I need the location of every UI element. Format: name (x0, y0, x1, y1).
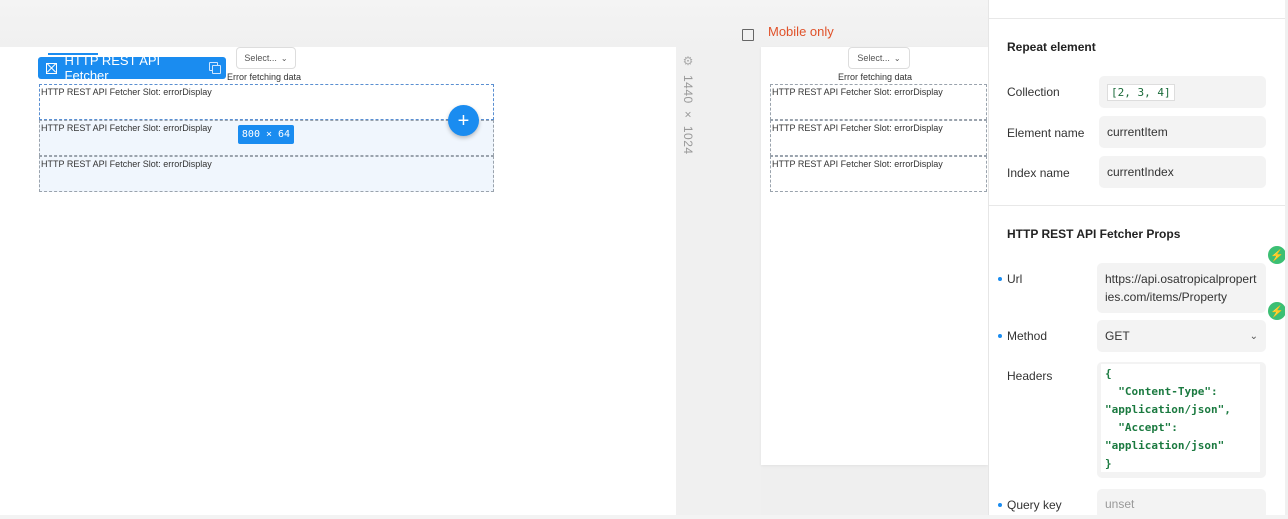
chevron-down-icon: ⌄ (1249, 330, 1258, 342)
slot-label: HTTP REST API Fetcher Slot: errorDisplay (41, 87, 212, 97)
mobile-frame[interactable]: Select... ⌄ Error fetching data HTTP RES… (761, 47, 988, 465)
bolt-icon[interactable]: ⚡ (1268, 246, 1286, 264)
repeat-element-title: Repeat element (1007, 40, 1096, 54)
slot-label: HTTP REST API Fetcher Slot: errorDisplay (772, 87, 943, 97)
element-name-field[interactable]: currentItem (1099, 116, 1266, 148)
slot-label: HTTP REST API Fetcher Slot: errorDisplay (41, 123, 212, 133)
slot-label: HTTP REST API Fetcher Slot: errorDisplay (772, 159, 943, 169)
desktop-size-label: ⚙ 1440 × 1024 (680, 54, 696, 154)
state-select-label: Select... (244, 53, 277, 63)
slot-error-display-mobile[interactable]: HTTP REST API Fetcher Slot: errorDisplay (770, 120, 987, 156)
mobile-only-label: Mobile only (768, 24, 834, 39)
slot-label: HTTP REST API Fetcher Slot: errorDisplay (41, 159, 212, 169)
headers-editor[interactable]: { "Content-Type": "application/json", "A… (1097, 362, 1266, 478)
component-icon (46, 62, 57, 74)
query-key-label: Query key (998, 498, 1062, 512)
state-select-mobile[interactable]: Select... ⌄ (848, 47, 910, 69)
props-title: HTTP REST API Fetcher Props (1007, 227, 1181, 241)
state-select-label: Select... (857, 53, 890, 63)
dimension-badge: 800 × 64 (238, 125, 294, 144)
properties-panel: Repeat element Collection [2, 3, 4] Elem… (988, 0, 1288, 519)
index-name-label: Index name (1007, 166, 1070, 180)
gear-icon[interactable]: ⚙ (681, 54, 695, 69)
canvas-top-strip (0, 0, 988, 47)
panel-divider (989, 205, 1288, 206)
chevron-down-icon: ⌄ (893, 53, 901, 63)
collection-label: Collection (1007, 85, 1060, 99)
collection-value: [2, 3, 4] (1107, 83, 1175, 101)
canvas-area: Select... ⌄ Error fetching data HTTP RES… (0, 0, 988, 515)
slot-error-display[interactable]: HTTP REST API Fetcher Slot: errorDisplay (39, 84, 494, 120)
url-label: Url (997, 272, 1023, 286)
headers-code: { "Content-Type": "application/json", "A… (1101, 364, 1260, 472)
url-field[interactable]: https://api.osatropicalproperties.com/it… (1097, 263, 1266, 313)
slot-error-display[interactable]: HTTP REST API Fetcher Slot: errorDisplay (39, 156, 494, 192)
bolt-icon[interactable]: ⚡ (1268, 302, 1286, 320)
error-text-mobile: Error fetching data (838, 72, 913, 82)
index-name-field[interactable]: currentIndex (1099, 156, 1266, 188)
desktop-frame[interactable]: Select... ⌄ Error fetching data HTTP RES… (0, 47, 676, 515)
copy-icon[interactable] (208, 62, 222, 74)
slot-error-display-mobile[interactable]: HTTP REST API Fetcher Slot: errorDisplay (770, 84, 987, 120)
component-tag[interactable]: HTTP REST API Fetcher (38, 53, 226, 83)
method-select[interactable]: GET ⌄ (1097, 320, 1266, 352)
chevron-down-icon: ⌄ (280, 53, 288, 63)
element-name-label: Element name (1007, 126, 1085, 140)
query-key-placeholder: unset (1105, 497, 1135, 511)
component-tag-label: HTTP REST API Fetcher (64, 53, 161, 83)
headers-label: Headers (1007, 369, 1053, 383)
error-text: Error fetching data (227, 72, 302, 82)
desktop-size-text: 1440 × 1024 (681, 74, 695, 155)
state-select[interactable]: Select... ⌄ (236, 47, 296, 69)
panel-divider (989, 18, 1288, 19)
method-label: Method (997, 329, 1048, 343)
slot-label: HTTP REST API Fetcher Slot: errorDisplay (772, 123, 943, 133)
method-value: GET (1105, 329, 1130, 343)
mobile-frame-tag[interactable]: Mobile only (742, 24, 834, 41)
add-button[interactable]: + (448, 105, 479, 136)
slot-error-display-mobile[interactable]: HTTP REST API Fetcher Slot: errorDisplay (770, 156, 987, 192)
frame-icon (742, 28, 754, 41)
collection-field[interactable]: [2, 3, 4] (1099, 76, 1266, 108)
